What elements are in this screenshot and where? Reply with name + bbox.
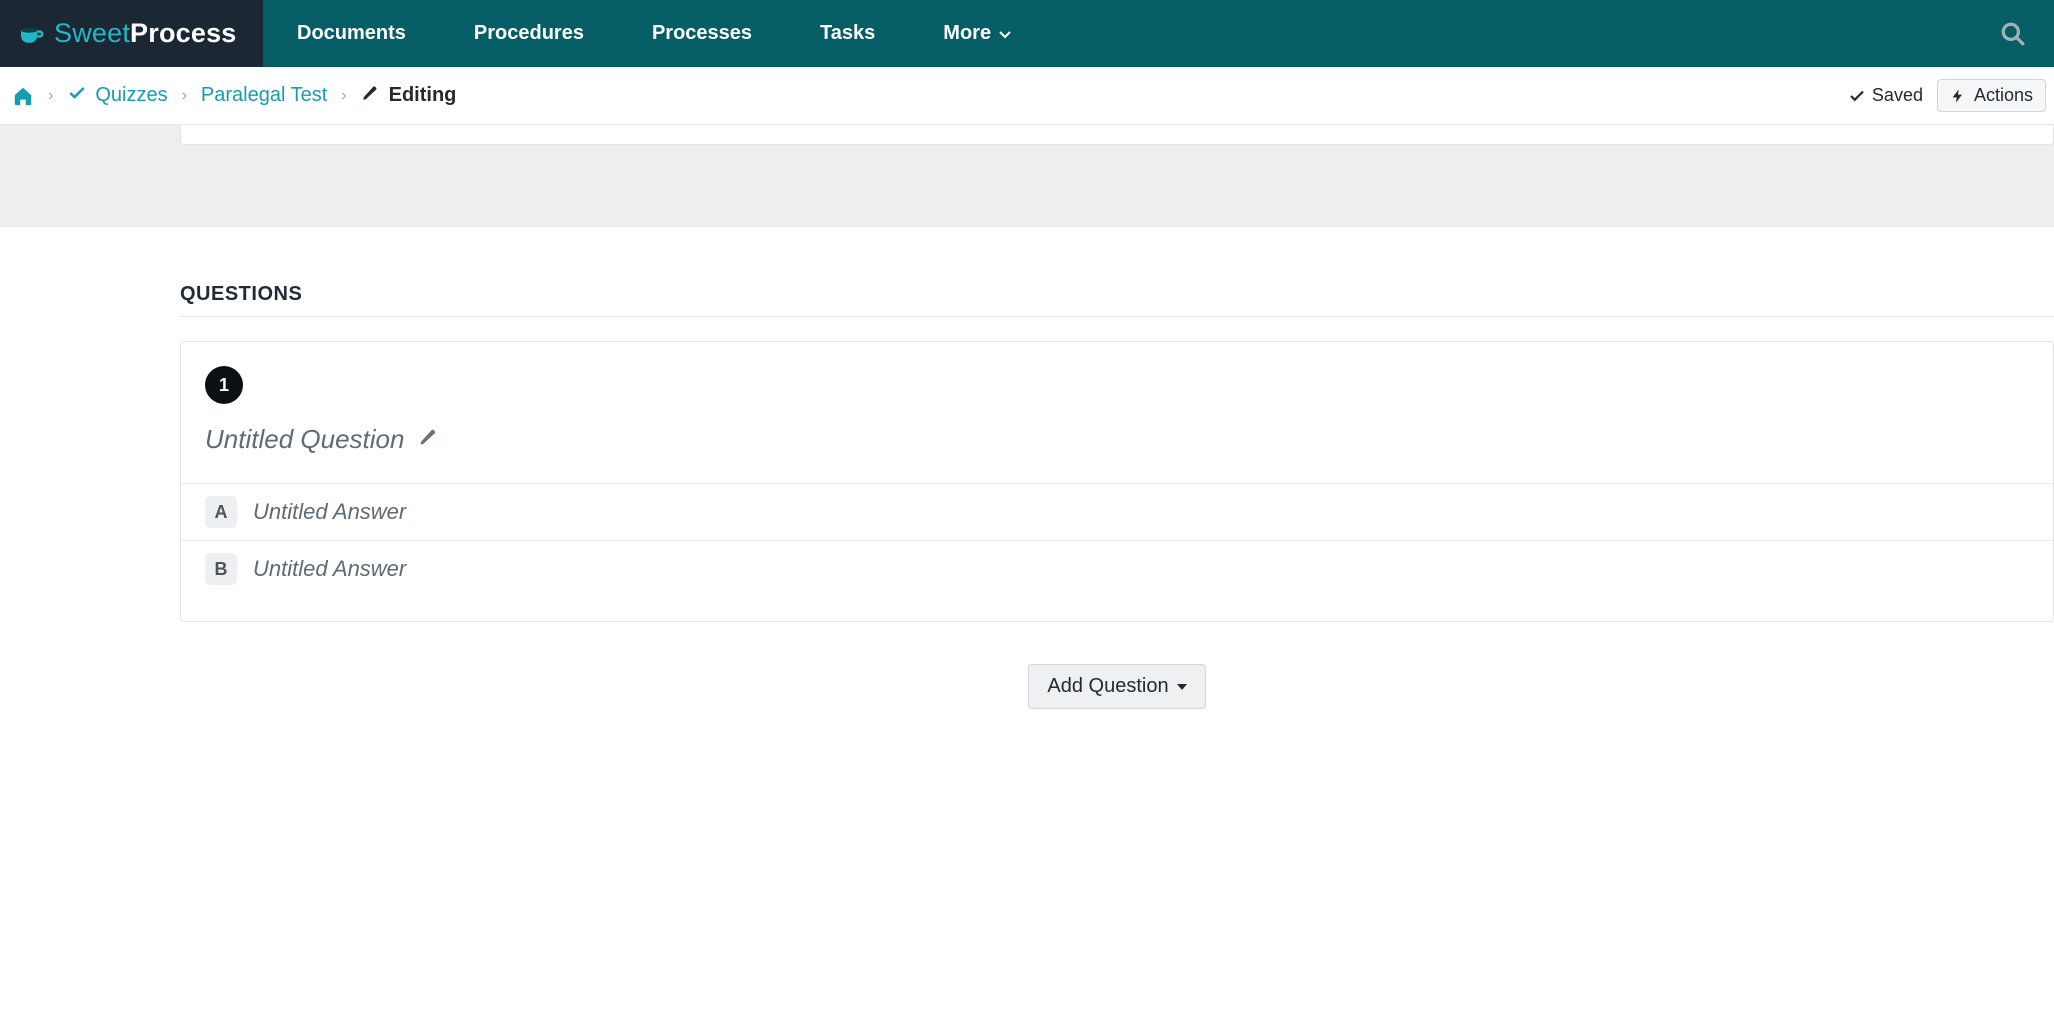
- question-number-badge: 1: [205, 366, 243, 404]
- answer-row[interactable]: B Untitled Answer: [181, 541, 2053, 597]
- nav-documents[interactable]: Documents: [263, 0, 440, 67]
- saved-status: Saved: [1848, 85, 1923, 106]
- nav-more[interactable]: More: [909, 0, 1045, 67]
- nav-items: Documents Procedures Processes Tasks Mor…: [263, 0, 1992, 67]
- check-icon: [67, 83, 87, 109]
- brand-text: SweetProcess: [54, 18, 237, 49]
- breadcrumb-test-name[interactable]: Paralegal Test: [201, 84, 327, 107]
- answers-list: A Untitled Answer B Untitled Answer: [181, 483, 2053, 597]
- answer-letter: A: [205, 496, 237, 528]
- home-icon[interactable]: [12, 85, 34, 107]
- top-nav: SweetProcess Documents Procedures Proces…: [0, 0, 2054, 67]
- search-icon[interactable]: [1992, 13, 2034, 55]
- breadcrumb-quizzes[interactable]: Quizzes: [67, 83, 167, 109]
- brand[interactable]: SweetProcess: [0, 0, 263, 67]
- breadcrumbs: › Quizzes › Paralegal Test › Editing: [8, 83, 456, 109]
- nav-right: [1992, 0, 2054, 67]
- breadcrumb-separator: ›: [182, 87, 187, 105]
- breadcrumb-separator: ›: [341, 87, 346, 105]
- brand-cup-icon: [16, 19, 46, 49]
- chevron-down-icon: [999, 26, 1011, 42]
- content: QUESTIONS 1 Untitled Question A Untitled…: [0, 227, 2054, 769]
- answer-row[interactable]: A Untitled Answer: [181, 484, 2053, 541]
- nav-tasks[interactable]: Tasks: [786, 0, 909, 67]
- edit-question-icon[interactable]: [418, 427, 438, 452]
- breadcrumb-bar: › Quizzes › Paralegal Test › Editing Sav…: [0, 67, 2054, 125]
- question-card: 1 Untitled Question A Untitled Answer: [180, 341, 2054, 622]
- actions-button[interactable]: Actions: [1937, 79, 2046, 112]
- pencil-icon: [361, 84, 379, 108]
- page-body: QUESTIONS 1 Untitled Question A Untitled…: [0, 125, 2054, 769]
- questions-heading: QUESTIONS: [180, 283, 2054, 317]
- answer-text: Untitled Answer: [253, 499, 406, 525]
- answer-text: Untitled Answer: [253, 556, 406, 582]
- previous-card-remnant: [180, 125, 2054, 145]
- breadcrumb-editing: Editing: [361, 84, 457, 108]
- bolt-icon: [1950, 88, 1966, 104]
- breadcrumb-separator: ›: [48, 87, 53, 105]
- nav-procedures[interactable]: Procedures: [440, 0, 618, 67]
- nav-processes[interactable]: Processes: [618, 0, 786, 67]
- question-title[interactable]: Untitled Question: [205, 424, 404, 455]
- crumb-actions: Saved Actions: [1848, 79, 2046, 112]
- answer-letter: B: [205, 553, 237, 585]
- add-question-button[interactable]: Add Question: [1028, 664, 1205, 709]
- caret-down-icon: [1177, 684, 1187, 690]
